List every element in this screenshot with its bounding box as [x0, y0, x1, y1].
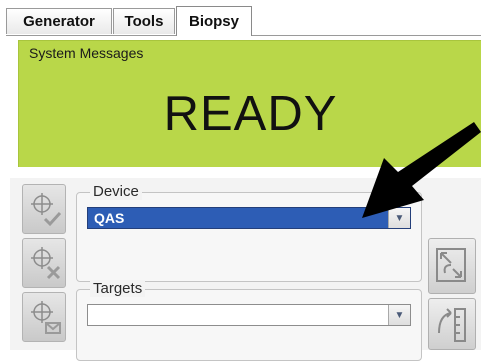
- tab-biopsy[interactable]: Biopsy: [176, 6, 252, 36]
- target-delete-button[interactable]: [22, 238, 66, 288]
- tab-generator-label: Generator: [23, 13, 95, 30]
- corner-arrows-button[interactable]: [428, 238, 476, 294]
- tab-generator[interactable]: Generator: [6, 8, 112, 34]
- corner-arrows-icon: [436, 248, 466, 282]
- system-messages-label: System Messages: [29, 45, 144, 61]
- targets-label: Targets: [90, 280, 146, 297]
- target-send-button[interactable]: [22, 292, 66, 342]
- black-arrow-icon: [362, 122, 481, 218]
- target-send-icon: [31, 301, 61, 334]
- chevron-down-icon[interactable]: ▼: [388, 305, 410, 325]
- measure-button[interactable]: [428, 298, 476, 350]
- target-cancel-icon: [31, 247, 61, 280]
- tab-tools[interactable]: Tools: [113, 8, 175, 34]
- ruler-measure-icon: [438, 308, 466, 342]
- target-accept-button[interactable]: [22, 184, 66, 234]
- device-label: Device: [90, 183, 142, 200]
- device-dropdown-value: QAS: [94, 210, 125, 226]
- tab-biopsy-label: Biopsy: [188, 13, 239, 30]
- target-check-icon: [31, 193, 62, 227]
- targets-dropdown[interactable]: ▼: [87, 304, 411, 326]
- tab-tools-label: Tools: [124, 13, 164, 30]
